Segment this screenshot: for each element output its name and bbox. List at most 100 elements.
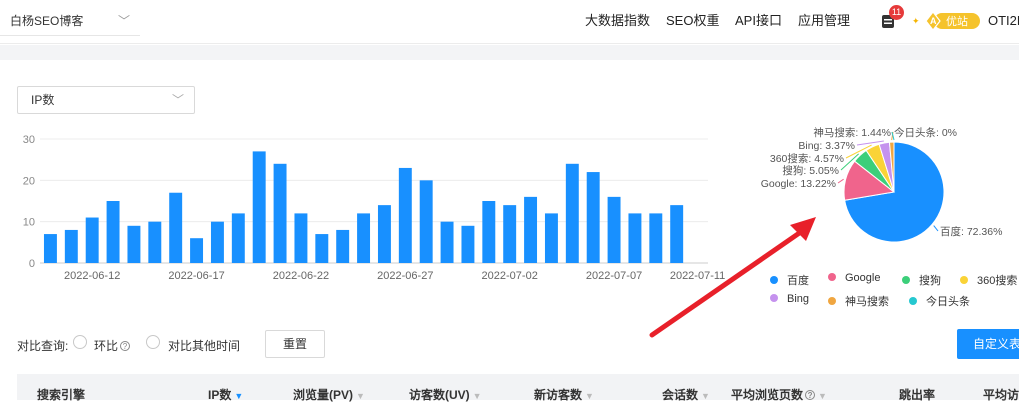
nav-seo-weight[interactable]: SEO权重 (666, 0, 719, 44)
pie-leader-line (933, 225, 939, 232)
bar[interactable] (190, 238, 204, 263)
th-pv[interactable]: 浏览量(PV) ▼ (293, 386, 365, 403)
nav-big-data-index[interactable]: 大数据指数 (585, 0, 650, 44)
bar[interactable] (377, 205, 391, 263)
bar[interactable] (106, 201, 120, 263)
nav-app-management[interactable]: 应用管理 (798, 0, 850, 44)
section-divider (0, 45, 1019, 60)
pie-slice-label: Google: 13.22% (761, 178, 836, 190)
legend-label: 神马搜索 (845, 296, 889, 308)
th-avg-visit: 平均访问 (983, 388, 1019, 402)
legend-label: 搜狗 (919, 275, 941, 287)
th-search-engine: 搜索引擎 (37, 388, 86, 402)
legend-label: Google (845, 272, 881, 284)
legend-dot (960, 276, 968, 284)
bar[interactable] (482, 201, 496, 263)
bar[interactable] (252, 151, 266, 263)
table-header (17, 374, 1019, 400)
legend-label: 360搜索 (977, 275, 1018, 287)
bar[interactable] (64, 229, 78, 263)
legend-item-toutiao[interactable]: 今日头条 (909, 293, 970, 309)
y-tick-label: 10 (23, 217, 35, 229)
legend-dot (770, 276, 778, 284)
pie-slice-label: 神马搜索: 1.44% (813, 126, 891, 139)
nav-api[interactable]: API接口 (735, 0, 782, 44)
legend-item-baidu[interactable]: 百度 (770, 272, 809, 288)
bar[interactable] (524, 196, 538, 263)
legend-item-sogou[interactable]: 搜狗 (902, 272, 941, 288)
help-icon[interactable]: ? (120, 341, 131, 351)
th-avg-pages[interactable]: 平均浏览页数? ▼ (731, 386, 827, 403)
bar[interactable] (336, 229, 350, 263)
chevron-down-icon: ﹀ (117, 14, 130, 28)
legend-dot (770, 294, 778, 302)
legend-dot (828, 297, 836, 305)
bar[interactable] (440, 221, 454, 263)
custom-columns-button[interactable]: 自定义表头 (957, 329, 1019, 359)
option-text: 环比 (94, 339, 119, 353)
legend-item-360[interactable]: 360搜索 (960, 272, 1017, 288)
legend-item-shenma[interactable]: 神马搜索 (828, 293, 889, 309)
bar[interactable] (607, 196, 621, 263)
site-select[interactable]: 白杨SEO博客 ﹀ (0, 6, 140, 36)
bar[interactable] (85, 217, 99, 263)
vip-label: 优站 (946, 16, 968, 28)
y-tick-label: 20 (23, 175, 35, 187)
th-new-visitors[interactable]: 新访客数 ▼ (534, 386, 594, 403)
legend-item-bing[interactable]: Bing (770, 293, 809, 305)
bar[interactable] (127, 225, 141, 263)
legend-dot (828, 273, 836, 281)
help-icon[interactable]: ? (805, 390, 816, 400)
top-bar: 白杨SEO博客 ﹀ 大数据指数 SEO权重 API接口 应用管理 11 ✦ A … (0, 0, 1019, 44)
compare-label: 对比查询: (17, 339, 69, 353)
legend-label: Bing (787, 293, 810, 305)
bar[interactable] (148, 221, 162, 263)
bar[interactable] (294, 213, 308, 263)
bar[interactable] (231, 213, 245, 263)
pie-slice-label: 搜狗: 5.05% (782, 164, 839, 177)
user-name[interactable]: OTI2N (988, 0, 1019, 42)
pie-slice-label: 百度: 72.36% (940, 225, 1002, 238)
bar[interactable] (273, 163, 287, 263)
bar[interactable] (565, 163, 579, 263)
x-tick-label: 2022-06-17 (168, 270, 224, 282)
legend-dot (902, 276, 910, 284)
bar[interactable] (419, 180, 433, 263)
site-select-value: 白杨SEO博客 (10, 14, 84, 28)
chevron-down-icon: ﹀ (171, 93, 184, 107)
x-tick-label: 2022-07-07 (586, 270, 642, 282)
bar[interactable] (586, 172, 600, 263)
x-tick-label: 2022-07-02 (482, 270, 538, 282)
bar[interactable] (210, 221, 224, 263)
bar[interactable] (43, 234, 57, 263)
legend-label: 今日头条 (926, 296, 970, 308)
y-tick-label: 0 (29, 258, 35, 270)
x-tick-label: 2022-06-12 (64, 270, 120, 282)
bar[interactable] (169, 192, 183, 263)
th-sessions[interactable]: 会话数 ▼ (662, 386, 710, 403)
pie-slice-label: 今日头条: 0% (894, 126, 957, 139)
radio-chain-compare-label[interactable]: 环比? (94, 337, 131, 354)
radio-chain-compare[interactable] (73, 335, 87, 349)
radio-compare-other-time[interactable] (146, 335, 160, 349)
legend-item-google[interactable]: Google (828, 272, 880, 284)
th-uv[interactable]: 访客数(UV) ▼ (409, 386, 482, 403)
y-tick-label: 30 (23, 134, 35, 146)
x-tick-label: 2022-06-22 (273, 270, 329, 282)
bar[interactable] (357, 213, 371, 263)
svg-text:A: A (930, 16, 937, 26)
pie-slice-label: Bing: 3.37% (798, 140, 855, 152)
th-ip[interactable]: IP数 ▼ (208, 386, 243, 403)
bar[interactable] (503, 205, 517, 263)
th-bounce-rate: 跳出率 (899, 388, 936, 402)
bar[interactable] (398, 167, 412, 263)
message-count-badge: 11 (889, 5, 904, 20)
legend-dot (909, 297, 917, 305)
radio-compare-other-time-label[interactable]: 对比其他时间 (168, 337, 240, 354)
bar[interactable] (315, 234, 329, 263)
reset-button[interactable]: 重置 (265, 330, 325, 358)
bar[interactable] (544, 213, 558, 263)
metric-select-value: IP数 (31, 93, 55, 107)
metric-select[interactable]: IP数 ﹀ (17, 86, 195, 114)
bar[interactable] (461, 225, 475, 263)
